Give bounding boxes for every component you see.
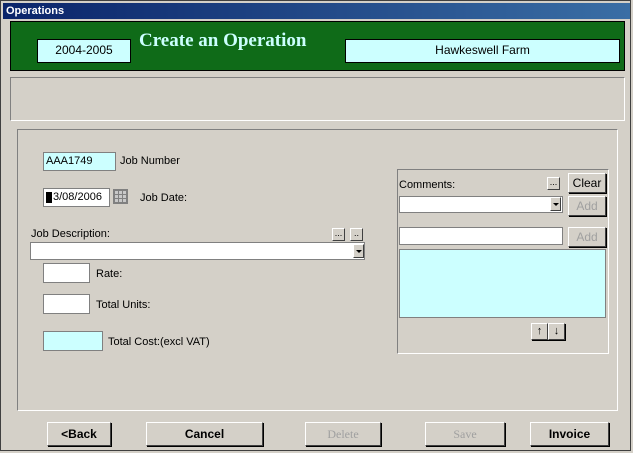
- rate-field[interactable]: [43, 263, 90, 283]
- job-description-select[interactable]: [30, 242, 365, 260]
- cancel-button[interactable]: Cancel: [146, 422, 263, 446]
- chevron-down-icon[interactable]: [353, 244, 364, 258]
- page-title: Create an Operation: [139, 30, 307, 51]
- delete-button[interactable]: Delete: [305, 422, 381, 446]
- total-units-field[interactable]: [43, 294, 90, 314]
- description-browse2-button[interactable]: ..: [350, 228, 363, 241]
- header-banner: 2004-2005 Create an Operation Hawkeswell…: [10, 21, 625, 71]
- job-date-label: Job Date:: [140, 192, 188, 204]
- job-number-label: Job Number: [120, 155, 180, 167]
- info-strip: [10, 77, 625, 121]
- move-down-button[interactable]: ↓: [548, 323, 565, 340]
- comment-text-input[interactable]: [399, 227, 563, 245]
- invoice-button[interactable]: Invoice: [530, 422, 609, 446]
- comments-select[interactable]: [399, 196, 563, 213]
- comments-list[interactable]: [399, 249, 606, 318]
- move-up-button[interactable]: ↑: [531, 323, 548, 340]
- job-date-field[interactable]: 3/08/2006: [43, 188, 110, 207]
- description-browse-button[interactable]: ...: [332, 228, 345, 241]
- total-units-label: Total Units:: [96, 299, 151, 311]
- back-button[interactable]: <Back: [47, 422, 111, 446]
- operations-window: Operations 2004-2005 Create an Operation…: [0, 0, 631, 451]
- chevron-down-icon[interactable]: [550, 197, 561, 211]
- comments-label: Comments:: [399, 179, 456, 191]
- save-button[interactable]: Save: [425, 422, 505, 446]
- comments-browse-button[interactable]: ...: [547, 177, 560, 190]
- job-number-field[interactable]: AAA1749: [43, 152, 116, 171]
- text-cursor: [46, 191, 52, 203]
- add-comment2-button[interactable]: Add: [568, 227, 606, 247]
- job-description-label: Job Description:: [31, 228, 110, 240]
- clear-button[interactable]: Clear: [568, 173, 606, 193]
- farm-field[interactable]: Hawkeswell Farm: [345, 39, 620, 63]
- calendar-icon[interactable]: [113, 189, 128, 204]
- total-cost-label: Total Cost:(excl VAT): [108, 336, 210, 348]
- total-cost-field: [43, 331, 103, 351]
- rate-label: Rate:: [96, 268, 123, 280]
- year-field[interactable]: 2004-2005: [37, 39, 131, 63]
- job-date-value: 3/08/2006: [53, 191, 102, 203]
- window-title: Operations: [3, 3, 630, 19]
- add-comment-button[interactable]: Add: [568, 196, 606, 216]
